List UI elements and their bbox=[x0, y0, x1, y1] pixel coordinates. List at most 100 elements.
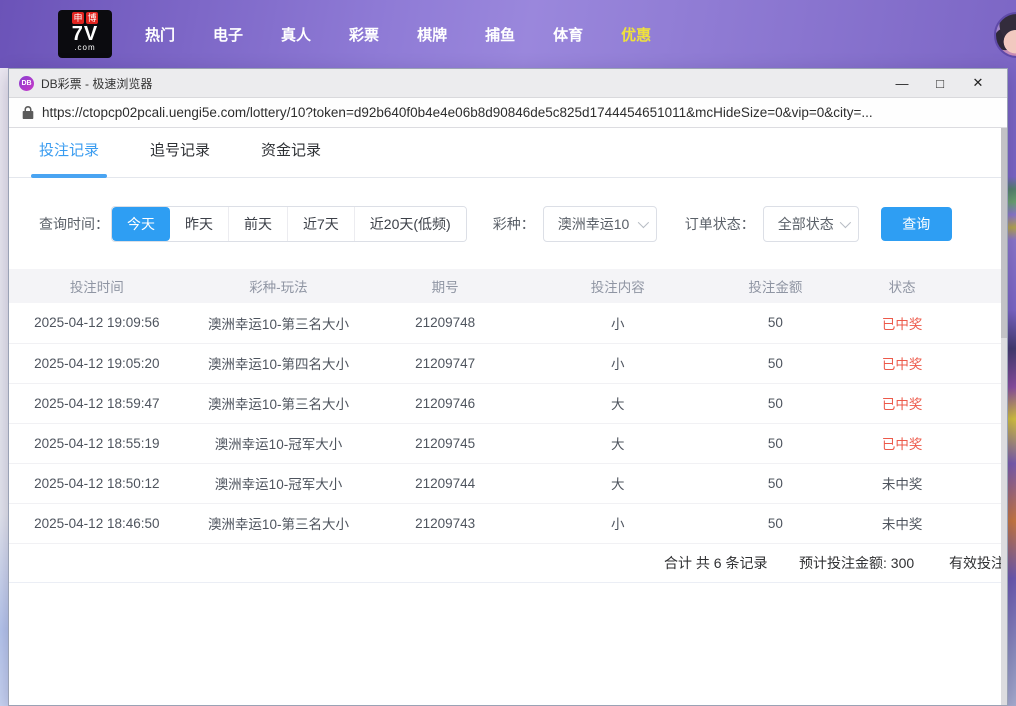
table-row: 2025-04-12 19:05:20 澳洲幸运10-第四名大小 2120974… bbox=[9, 343, 1007, 384]
cell-time: 2025-04-12 18:50:12 bbox=[9, 463, 185, 504]
site-logo[interactable]: 申 博 7V .com bbox=[58, 10, 112, 58]
cell-game: 澳洲幸运10-第三名大小 bbox=[184, 503, 373, 544]
time-range-group: 今天 昨天 前天 近7天 近20天(低频) bbox=[111, 206, 467, 242]
cell-amount: 50 bbox=[717, 463, 834, 504]
nav-item-hot[interactable]: 热门 bbox=[126, 24, 194, 45]
chevron-down-icon bbox=[839, 216, 851, 229]
bet-records-table: 投注时间 彩种-玩法 期号 投注内容 投注金额 状态 2025-04-12 19… bbox=[9, 269, 1007, 544]
cell-issue: 21209743 bbox=[372, 503, 518, 544]
tab-bet-records[interactable]: 投注记录 bbox=[30, 128, 108, 178]
main-nav: 热门 电子 真人 彩票 棋牌 捕鱼 体育 优惠 bbox=[126, 0, 670, 68]
logo-name: 7V bbox=[71, 23, 99, 45]
table-row: 2025-04-12 19:09:56 澳洲幸运10-第三名大小 2120974… bbox=[9, 303, 1007, 344]
record-tabs: 投注记录 追号记录 资金记录 bbox=[9, 128, 1007, 178]
lock-icon bbox=[22, 105, 34, 120]
nav-item-sports[interactable]: 体育 bbox=[534, 24, 602, 45]
casino-top-navbar: 申 博 7V .com 热门 电子 真人 彩票 棋牌 捕鱼 体育 优惠 bbox=[0, 0, 1016, 68]
cell-issue: 21209748 bbox=[372, 303, 518, 344]
url-text[interactable]: https://ctopcp02pcali.uengi5e.com/lotter… bbox=[42, 105, 873, 120]
cell-game: 澳洲幸运10-第三名大小 bbox=[184, 383, 373, 424]
table-row: 2025-04-12 18:46:50 澳洲幸运10-第三名大小 2120974… bbox=[9, 503, 1007, 544]
cell-status: 已中奖 bbox=[833, 303, 972, 344]
nav-item-promo[interactable]: 优惠 bbox=[602, 24, 670, 45]
tab-chase-records[interactable]: 追号记录 bbox=[150, 128, 210, 178]
order-status-select[interactable]: 全部状态 bbox=[762, 206, 859, 242]
header-issue: 期号 bbox=[372, 269, 518, 303]
lottery-filter-label: 彩种： bbox=[492, 216, 535, 232]
lottery-record-page: 投注记录 追号记录 资金记录 查询时间： 今天 昨天 前天 近7天 近20天(低… bbox=[9, 128, 1007, 705]
time-option-day-before[interactable]: 前天 bbox=[228, 207, 287, 241]
page-behind-right-strip bbox=[1008, 68, 1016, 706]
query-button[interactable]: 查询 bbox=[880, 207, 952, 241]
cell-content: 小 bbox=[517, 303, 718, 344]
summary-expected-amount: 预计投注金额: 300 bbox=[799, 555, 915, 571]
chevron-down-icon bbox=[637, 216, 649, 229]
summary-total-records: 合计 共 6 条记录 bbox=[664, 555, 768, 571]
time-option-7days[interactable]: 近7天 bbox=[287, 207, 354, 241]
cell-content: 小 bbox=[517, 503, 718, 544]
logo-tld: .com bbox=[74, 43, 96, 52]
cell-content: 大 bbox=[517, 383, 718, 424]
time-option-20days[interactable]: 近20天(低频) bbox=[353, 207, 466, 241]
window-title: DB彩票 - 极速浏览器 bbox=[41, 76, 153, 91]
time-option-today[interactable]: 今天 bbox=[112, 207, 170, 241]
nav-item-lottery[interactable]: 彩票 bbox=[330, 24, 398, 45]
cell-time: 2025-04-12 19:09:56 bbox=[9, 303, 185, 344]
summary-bar: 合计 共 6 条记录 预计投注金额: 300 有效投注金额: 300 bbox=[9, 543, 1007, 583]
cell-amount: 50 bbox=[717, 503, 834, 544]
nav-item-cards[interactable]: 棋牌 bbox=[398, 24, 466, 45]
order-status-value: 全部状态 bbox=[777, 216, 834, 232]
status-filter-label: 订单状态： bbox=[684, 216, 755, 232]
header-game-play: 彩种-玩法 bbox=[184, 269, 373, 303]
table-header-row: 投注时间 彩种-玩法 期号 投注内容 投注金额 状态 bbox=[9, 269, 1007, 303]
cell-content: 大 bbox=[517, 423, 718, 464]
time-filter-label: 查询时间： bbox=[39, 216, 109, 232]
window-scrollbar[interactable] bbox=[1001, 128, 1007, 705]
cell-content: 小 bbox=[517, 343, 718, 384]
address-bar[interactable]: https://ctopcp02pcali.uengi5e.com/lotter… bbox=[9, 98, 1007, 128]
nav-item-fishing[interactable]: 捕鱼 bbox=[466, 24, 534, 45]
cell-status: 已中奖 bbox=[833, 383, 972, 424]
header-bet-amount: 投注金额 bbox=[717, 269, 834, 303]
maximize-icon[interactable]: □ bbox=[921, 69, 959, 97]
nav-item-slots[interactable]: 电子 bbox=[194, 24, 262, 45]
cell-game: 澳洲幸运10-第四名大小 bbox=[184, 343, 373, 384]
nav-item-live[interactable]: 真人 bbox=[262, 24, 330, 45]
cell-time: 2025-04-12 18:55:19 bbox=[9, 423, 185, 464]
scrollbar-thumb[interactable] bbox=[1001, 128, 1007, 338]
window-titlebar[interactable]: DB DB彩票 - 极速浏览器 — □ ✕ bbox=[9, 69, 1007, 98]
cell-amount: 50 bbox=[717, 383, 834, 424]
cell-issue: 21209745 bbox=[372, 423, 518, 464]
lottery-select[interactable]: 澳洲幸运10 bbox=[542, 206, 657, 242]
cell-issue: 21209747 bbox=[372, 343, 518, 384]
lottery-select-value: 澳洲幸运10 bbox=[557, 216, 630, 232]
cell-issue: 21209744 bbox=[372, 463, 518, 504]
cell-status: 已中奖 bbox=[833, 343, 972, 384]
table-row: 2025-04-12 18:50:12 澳洲幸运10-冠军大小 21209744… bbox=[9, 463, 1007, 504]
filter-bar: 查询时间： 今天 昨天 前天 近7天 近20天(低频) 彩种： 澳洲幸运10 订… bbox=[9, 206, 1007, 242]
cell-game: 澳洲幸运10-冠军大小 bbox=[184, 423, 373, 464]
window-controls: — □ ✕ bbox=[883, 69, 997, 97]
cell-time: 2025-04-12 19:05:20 bbox=[9, 343, 185, 384]
minimize-icon[interactable]: — bbox=[883, 69, 921, 97]
cell-time: 2025-04-12 18:59:47 bbox=[9, 383, 185, 424]
cell-time: 2025-04-12 18:46:50 bbox=[9, 503, 185, 544]
cell-issue: 21209746 bbox=[372, 383, 518, 424]
tab-fund-records[interactable]: 资金记录 bbox=[261, 128, 321, 178]
cell-status: 未中奖 bbox=[833, 503, 972, 544]
cell-game: 澳洲幸运10-冠军大小 bbox=[184, 463, 373, 504]
cell-status: 未中奖 bbox=[833, 463, 972, 504]
table-row: 2025-04-12 18:55:19 澳洲幸运10-冠军大小 21209745… bbox=[9, 423, 1007, 464]
cell-amount: 50 bbox=[717, 343, 834, 384]
cell-game: 澳洲幸运10-第三名大小 bbox=[184, 303, 373, 344]
user-avatar[interactable] bbox=[994, 12, 1016, 58]
header-bet-content: 投注内容 bbox=[517, 269, 718, 303]
table-row: 2025-04-12 18:59:47 澳洲幸运10-第三名大小 2120974… bbox=[9, 383, 1007, 424]
cell-content: 大 bbox=[517, 463, 718, 504]
time-option-yesterday[interactable]: 昨天 bbox=[170, 207, 228, 241]
close-icon[interactable]: ✕ bbox=[959, 69, 997, 97]
cell-amount: 50 bbox=[717, 303, 834, 344]
db-favicon-icon: DB bbox=[19, 75, 34, 91]
cell-status: 已中奖 bbox=[833, 423, 972, 464]
desktop-background: 申 博 7V .com 热门 电子 真人 彩票 棋牌 捕鱼 体育 优惠 DB D… bbox=[0, 0, 1016, 706]
